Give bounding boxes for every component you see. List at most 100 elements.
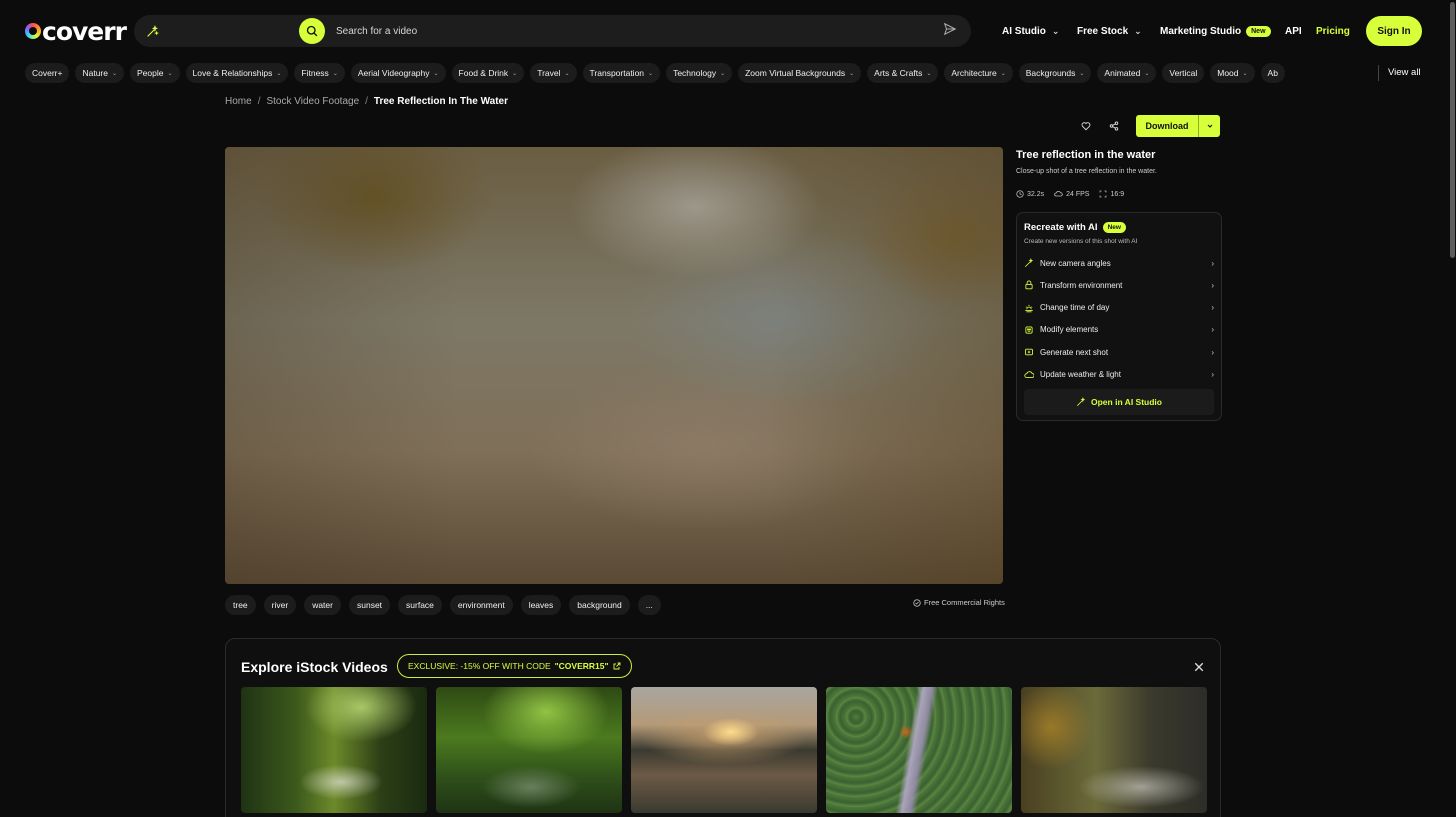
cloud-icon <box>1054 191 1063 197</box>
category-pill[interactable]: Travel ⌄ <box>530 63 577 83</box>
ai-option-row[interactable]: Generate next shot › <box>1024 344 1214 360</box>
promo-prefix: EXCLUSIVE: -15% OFF WITH CODE <box>408 661 551 671</box>
tag-chip[interactable]: water <box>304 595 341 615</box>
category-label: Architecture <box>951 68 997 78</box>
ai-option-label: Update weather & light <box>1040 370 1121 379</box>
magic-wand-icon[interactable] <box>142 21 162 41</box>
tag-chip[interactable]: sunset <box>348 595 391 615</box>
chevron-down-icon: ⌄ <box>1144 70 1150 77</box>
elements-icon <box>1024 325 1034 335</box>
category-pill[interactable]: Coverr+ <box>25 63 70 83</box>
video-description: Close-up shot of a tree reflection in th… <box>1016 168 1157 175</box>
category-pill[interactable]: Aerial Videography ⌄ <box>350 63 446 83</box>
page-scrollbar[interactable] <box>1449 0 1456 817</box>
nav-marketing-studio[interactable]: Marketing Studio New <box>1160 0 1271 62</box>
category-pill[interactable]: Vertical <box>1162 63 1205 83</box>
chevron-down-icon: ⌄ <box>1000 70 1006 77</box>
category-pill[interactable]: Architecture ⌄ <box>944 63 1013 83</box>
category-pill[interactable]: People ⌄ <box>130 63 180 83</box>
ai-option-row[interactable]: Update weather & light › <box>1024 367 1214 383</box>
tag-chip[interactable]: ... <box>637 595 661 615</box>
ai-option-row[interactable]: Modify elements › <box>1024 322 1214 338</box>
heart-icon[interactable] <box>1076 116 1096 136</box>
aspect-ratio-icon <box>1100 190 1107 198</box>
ai-card-title: Recreate with AI New <box>1024 222 1126 233</box>
chevron-right-icon: › <box>1211 258 1214 268</box>
category-pill[interactable]: Zoom Virtual Backgrounds ⌄ <box>738 63 862 83</box>
category-pill[interactable]: Technology ⌄ <box>666 63 733 83</box>
category-pill[interactable]: Fitness ⌄ <box>294 63 345 83</box>
mossy-creek-thumb[interactable] <box>436 687 622 813</box>
chevron-down-icon <box>1207 124 1212 128</box>
download-button[interactable]: Download <box>1136 115 1198 137</box>
tag-chip[interactable]: river <box>263 595 297 615</box>
view-all-link[interactable]: View all <box>1388 67 1421 78</box>
category-pill[interactable]: Love & Relationships ⌄ <box>185 63 289 83</box>
category-pill[interactable]: Ab <box>1260 63 1285 83</box>
download-options-button[interactable] <box>1198 115 1220 137</box>
tag-chip[interactable]: environment <box>449 595 513 615</box>
tag-chip[interactable]: leaves <box>520 595 562 615</box>
coverr-logo[interactable]: coverr <box>25 16 127 46</box>
tag-chip[interactable]: background <box>569 595 630 615</box>
category-pill[interactable]: Transportation ⌄ <box>582 63 661 83</box>
sunset-lake-thumb[interactable] <box>631 687 817 813</box>
new-badge: New <box>1102 222 1126 233</box>
logo-text: coverr <box>42 16 127 46</box>
aerial-forest-river-thumb[interactable] <box>826 687 1012 813</box>
tag-list: tree river water sunset surface environment le… <box>225 595 669 615</box>
ai-option-row[interactable]: Change time of day › <box>1024 300 1214 316</box>
chevron-down-icon: ⌄ <box>1051 25 1060 36</box>
category-pill[interactable]: Animated ⌄ <box>1097 63 1157 83</box>
category-label: Animated <box>1104 68 1141 78</box>
category-label: Ab <box>1267 68 1278 78</box>
breadcrumb: Home / Stock Video Footage / Tree Reflection… <box>225 96 508 107</box>
open-in-ai-studio-button[interactable]: Open in AI Studio <box>1024 389 1214 415</box>
category-pill[interactable]: Arts & Crafts ⌄ <box>867 63 939 83</box>
promo-code-button[interactable]: EXCLUSIVE: -15% OFF WITH CODE "COVERR15" <box>397 654 632 678</box>
nav-ai-studio-label: AI Studio <box>1002 25 1046 37</box>
nav-free-stock[interactable]: Free Stock ⌄ <box>1077 0 1142 62</box>
chevron-right-icon: › <box>1211 370 1214 379</box>
fps-value: 24 FPS <box>1066 190 1090 198</box>
chevron-down-icon: ⌄ <box>1079 70 1085 77</box>
nav-marketing-studio-label: Marketing Studio <box>1160 25 1242 37</box>
chevron-right-icon: › <box>1211 303 1214 313</box>
category-label: Mood <box>1217 68 1239 78</box>
chevron-down-icon: ⌄ <box>564 70 570 77</box>
ai-option-row[interactable]: New camera angles › <box>1024 255 1214 271</box>
chevron-down-icon: ⌄ <box>332 70 338 77</box>
share-icon[interactable] <box>1104 116 1124 136</box>
category-pill[interactable]: Nature ⌄ <box>75 63 125 83</box>
forest-stream-thumb[interactable] <box>241 687 427 813</box>
nav-pricing[interactable]: Pricing <box>1316 0 1350 62</box>
send-icon[interactable] <box>943 22 961 40</box>
magic-wand-icon <box>1076 397 1086 407</box>
sign-in-button[interactable]: Sign In <box>1366 16 1422 46</box>
category-label: Travel <box>537 68 561 78</box>
breadcrumb-section[interactable]: Stock Video Footage <box>266 96 359 107</box>
search-icon[interactable] <box>299 18 325 44</box>
search-bar <box>134 15 1036 47</box>
ai-option-row[interactable]: Transform environment › <box>1024 277 1214 293</box>
tag-chip[interactable]: tree <box>225 595 256 615</box>
misty-autumn-forest-thumb[interactable] <box>1021 687 1207 813</box>
tag-chip[interactable]: surface <box>398 595 442 615</box>
category-pill[interactable]: Mood ⌄ <box>1210 63 1255 83</box>
sunrise-icon <box>1024 303 1034 313</box>
breadcrumb-home[interactable]: Home <box>225 96 252 107</box>
nav-ai-studio[interactable]: AI Studio ⌄ <box>1002 0 1059 62</box>
scrollbar-thumb[interactable] <box>1450 2 1455 258</box>
category-pill[interactable]: Backgrounds ⌄ <box>1018 63 1092 83</box>
nav-api[interactable]: API <box>1285 0 1302 62</box>
chevron-down-icon: ⌄ <box>111 70 118 77</box>
search-input[interactable] <box>336 21 1036 41</box>
category-pill[interactable]: Food & Drink ⌄ <box>451 63 525 83</box>
close-icon[interactable] <box>1193 660 1205 672</box>
ai-option-label: New camera angles <box>1040 258 1111 268</box>
video-meta: 32.2s 24 FPS 16:9 <box>1016 190 1134 198</box>
category-label: Technology <box>673 68 717 78</box>
aspect-value: 16:9 <box>1110 190 1125 198</box>
chevron-right-icon: › <box>1211 325 1214 335</box>
video-player[interactable] <box>225 147 1003 584</box>
